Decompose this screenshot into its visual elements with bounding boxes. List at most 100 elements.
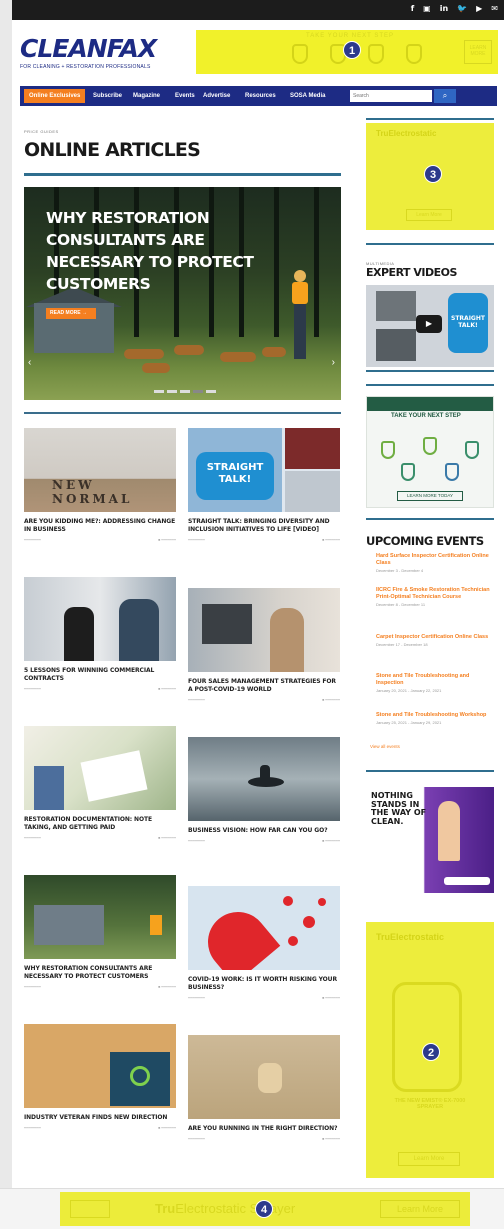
article-title[interactable]: BUSINESS VISION: HOW FAR CAN YOU GO?: [188, 827, 340, 835]
header-ad-button[interactable]: LEARN MORE: [464, 40, 492, 64]
nav-item-resources[interactable]: Resources: [245, 89, 276, 103]
slider-prev-icon[interactable]: ‹: [28, 357, 31, 368]
event-title[interactable]: Stone and Tile Troubleshooting Workshop: [376, 712, 494, 719]
article-title[interactable]: 5 LESSONS FOR WINNING COMMERCIAL CONTRAC…: [24, 667, 176, 683]
nav-item-magazine[interactable]: Magazine: [133, 89, 160, 103]
ad-learn-more-button[interactable]: Learn More: [398, 1152, 460, 1166]
search-icon: ⌕: [442, 91, 448, 100]
article-meta: ━━━━━━━━ ■ ━━━━━━━: [188, 839, 340, 843]
sidebar-divider: [366, 770, 494, 772]
article-card[interactable]: BUSINESS VISION: HOW FAR CAN YOU GO? ━━━…: [188, 737, 340, 847]
article-card[interactable]: COVID-19 WORK: IS IT WORTH RISKING YOUR …: [188, 886, 340, 1004]
search-input[interactable]: [350, 90, 432, 102]
hero-read-more-button[interactable]: READ MORE →: [46, 308, 96, 319]
article-title[interactable]: WHY RESTORATION CONSULTANTS ARE NECESSAR…: [24, 965, 176, 981]
article-card[interactable]: ARE YOU RUNNING IN THE RIGHT DIRECTION? …: [188, 1035, 340, 1145]
article-card[interactable]: INDUSTRY VETERAN FINDS NEW DIRECTION ━━━…: [24, 1024, 176, 1134]
event-item[interactable]: Stone and Tile Troubleshooting and Inspe…: [376, 673, 494, 693]
event-title[interactable]: Stone and Tile Troubleshooting and Inspe…: [376, 673, 494, 687]
event-title[interactable]: IICRC Fire & Smoke Restoration Technicia…: [376, 587, 494, 601]
slider-dots[interactable]: [154, 390, 216, 393]
ad-brand: TruElectrostatic: [376, 932, 445, 942]
article-image[interactable]: [188, 588, 340, 672]
title-divider: [24, 173, 341, 176]
article-title[interactable]: STRAIGHT TALK: BRINGING DIVERSITY AND IN…: [188, 518, 340, 534]
article-image-text: NEW NORMAL: [52, 478, 133, 506]
header-ad-title: TAKE YOUR NEXT STEP: [306, 33, 395, 39]
breadcrumb[interactable]: PRICE GUIDES: [24, 129, 59, 134]
bottom-ad-learn-more-button[interactable]: Learn More: [380, 1200, 460, 1218]
slider-next-icon[interactable]: ›: [332, 357, 335, 368]
article-meta: ━━━━━━━━ ■ ━━━━━━━: [24, 985, 176, 989]
instagram-icon[interactable]: ▣: [423, 4, 431, 13]
ad-headline: THE NEW EMIST® EX-7000 SPRAYER: [394, 1098, 466, 1110]
facebook-icon[interactable]: f: [411, 4, 414, 13]
site-logo[interactable]: CLEANFAX FOR CLEANING + RESTORATION PROF…: [20, 34, 190, 74]
learn-more-today-button[interactable]: LEARN MORE TODAY: [397, 491, 463, 501]
article-image[interactable]: [188, 737, 340, 821]
article-title[interactable]: ARE YOU RUNNING IN THE RIGHT DIRECTION?: [188, 1125, 340, 1133]
article-meta: ━━━━━━━━ ■ ━━━━━━━: [24, 538, 176, 542]
sidebar-ad-step[interactable]: TAKE YOUR NEXT STEP LEARN MORE TODAY: [366, 396, 494, 508]
search-button[interactable]: ⌕: [434, 89, 456, 103]
article-image[interactable]: [188, 1035, 340, 1119]
article-image[interactable]: [24, 726, 176, 810]
article-image[interactable]: STRAIGHT TALK!: [188, 428, 340, 512]
event-date: January 20, 2021 - January 22, 2021: [376, 688, 442, 693]
nav-item-subscribe[interactable]: Subscribe: [93, 89, 122, 103]
nav-item-advertise[interactable]: Advertise: [203, 89, 230, 103]
nav-item-sosa-media[interactable]: SOSA Media: [290, 89, 325, 103]
hero-slider[interactable]: WHY RESTORATION CONSULTANTS ARE NECESSAR…: [24, 187, 341, 400]
article-image[interactable]: [188, 886, 340, 970]
article-title[interactable]: COVID-19 WORK: IS IT WORTH RISKING YOUR …: [188, 976, 340, 992]
view-all-events-link[interactable]: View all events: [370, 744, 400, 749]
nav-item-online-exclusives[interactable]: Online Exclusives: [24, 89, 86, 103]
section-divider: [24, 412, 341, 414]
sprayer-image: [392, 982, 462, 1092]
shield-icon: [445, 463, 459, 481]
article-card[interactable]: RESTORATION DOCUMENTATION: NOTE TAKING, …: [24, 726, 176, 844]
shield-icon: [406, 44, 422, 64]
logo-text: CLEANFAX: [20, 34, 157, 63]
event-date: December 8 - December 11: [376, 602, 426, 607]
article-image[interactable]: [24, 577, 176, 661]
article-meta: ━━━━━━━━ ■ ━━━━━━━: [24, 1126, 176, 1130]
sidebar-ad-nothing-stands[interactable]: NOTHING STANDS IN THE WAY OF CLEAN.: [366, 787, 494, 893]
linkedin-icon[interactable]: in: [440, 4, 448, 13]
article-image[interactable]: [24, 875, 176, 959]
worker-vest: [292, 282, 308, 304]
article-image[interactable]: NEW NORMAL: [24, 428, 176, 512]
article-card[interactable]: NEW NORMAL ARE YOU KIDDING ME?: ADDRESSI…: [24, 428, 176, 546]
hero-title[interactable]: WHY RESTORATION CONSULTANTS ARE NECESSAR…: [46, 207, 281, 295]
play-icon[interactable]: ▶: [416, 315, 442, 333]
article-image[interactable]: [24, 1024, 176, 1108]
article-title[interactable]: ARE YOU KIDDING ME?: ADDRESSING CHANGE I…: [24, 518, 176, 534]
article-card[interactable]: WHY RESTORATION CONSULTANTS ARE NECESSAR…: [24, 875, 176, 993]
nav-item-events[interactable]: Events: [175, 89, 195, 103]
ad-learn-more-button[interactable]: Learn More: [406, 209, 452, 221]
twitter-icon[interactable]: 🐦: [457, 4, 467, 13]
email-icon[interactable]: ✉: [491, 4, 498, 13]
article-meta: ━━━━━━━━ ■ ━━━━━━━: [188, 698, 340, 702]
worker-head: [294, 270, 306, 282]
article-title[interactable]: FOUR SALES MANAGEMENT STRATEGIES FOR A P…: [188, 678, 340, 694]
article-card[interactable]: 5 LESSONS FOR WINNING COMMERCIAL CONTRAC…: [24, 577, 176, 695]
shield-icon: [401, 463, 415, 481]
article-card[interactable]: FOUR SALES MANAGEMENT STRATEGIES FOR A P…: [188, 588, 340, 706]
nothing-stands-button[interactable]: [444, 877, 490, 885]
event-title[interactable]: Carpet Inspector Certification Online Cl…: [376, 634, 494, 641]
youtube-icon[interactable]: ▶: [476, 4, 482, 13]
page-title: ONLINE ARTICLES: [24, 139, 201, 161]
article-title[interactable]: RESTORATION DOCUMENTATION: NOTE TAKING, …: [24, 816, 176, 832]
event-item[interactable]: Hard Surface Inspector Certification Onl…: [376, 553, 494, 573]
article-title[interactable]: INDUSTRY VETERAN FINDS NEW DIRECTION: [24, 1114, 176, 1122]
event-title[interactable]: Hard Surface Inspector Certification Onl…: [376, 553, 494, 567]
event-item[interactable]: Carpet Inspector Certification Online Cl…: [376, 634, 494, 647]
event-item[interactable]: Stone and Tile Troubleshooting Workshop …: [376, 712, 494, 725]
event-item[interactable]: IICRC Fire & Smoke Restoration Technicia…: [376, 587, 494, 607]
social-bar: f ▣ in 🐦 ▶ ✉: [12, 0, 504, 20]
marker-badge-3: 3: [424, 165, 442, 183]
article-card[interactable]: STRAIGHT TALK! STRAIGHT TALK: BRINGING D…: [188, 428, 340, 546]
video-thumbnail[interactable]: STRAIGHT TALK! ▶: [366, 285, 494, 367]
videos-title: EXPERT VIDEOS: [366, 266, 457, 279]
